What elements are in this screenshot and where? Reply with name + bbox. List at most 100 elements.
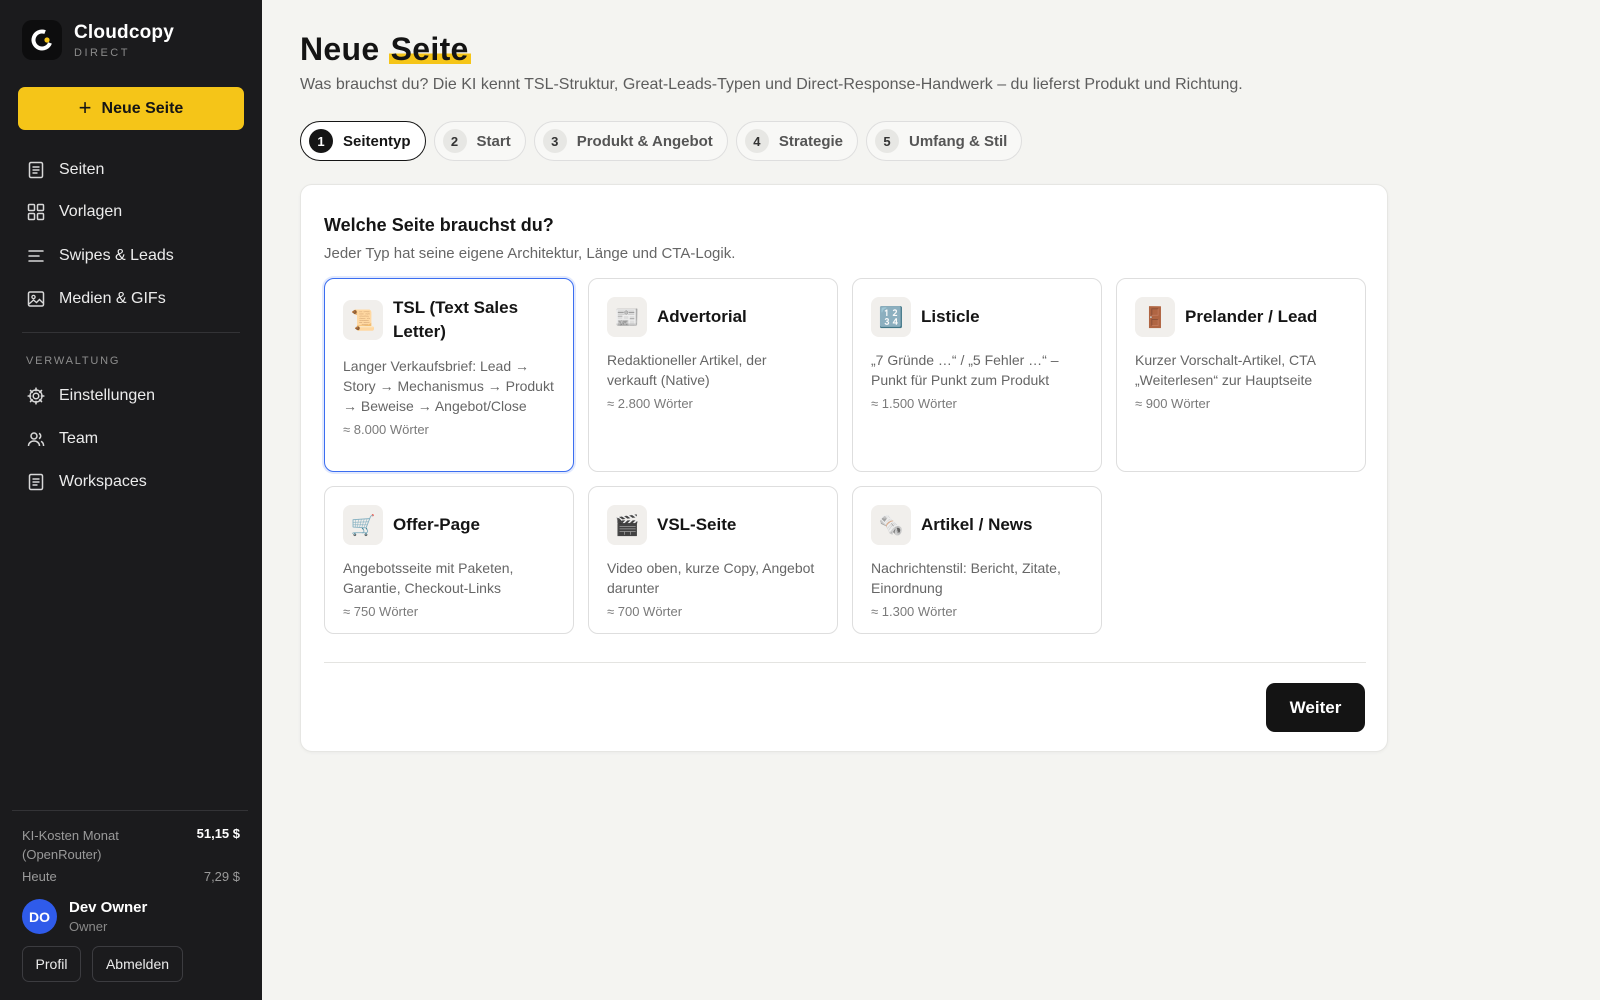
rolled-newspaper-icon: 🗞️: [871, 505, 911, 545]
user-name: Dev Owner: [69, 899, 148, 916]
step-number: 5: [875, 129, 900, 153]
document-icon: [28, 473, 44, 491]
type-word-count: ≈ 1.500 Wörter: [871, 396, 957, 411]
step-start[interactable]: 2 Start: [433, 121, 526, 161]
type-word-count: ≈ 8.000 Wörter: [343, 422, 429, 437]
type-card-vsl[interactable]: 🎬 VSL-Seite Video oben, kurze Copy, Ange…: [588, 486, 838, 634]
avatar[interactable]: DO: [22, 899, 57, 934]
step-seitentyp[interactable]: 1 Seitentyp: [300, 121, 426, 161]
page-title-part1: Neue: [300, 31, 380, 67]
type-word-count: ≈ 700 Wörter: [607, 604, 683, 619]
sidebar-item-team[interactable]: Team: [26, 423, 244, 455]
step-number: 4: [744, 129, 769, 153]
brand-logo-icon: [22, 20, 62, 60]
sidebar-item-label: Medien & GIFs: [59, 290, 166, 307]
sidebar-item-swipes[interactable]: Swipes & Leads: [26, 240, 244, 272]
sidebar-section-title: VERWALTUNG: [26, 355, 121, 367]
type-name: Advertorial: [657, 307, 747, 326]
today-cost-value: 7,29 $: [203, 869, 240, 884]
step-strategie[interactable]: 4 Strategie: [735, 121, 859, 161]
type-card-listicle[interactable]: 🔢 Listicle „7 Gründe …“ / „5 Fehler …“ –…: [852, 278, 1102, 472]
brand-subtitle: DIRECT: [74, 46, 130, 59]
type-card-prelander[interactable]: 🚪 Prelander / Lead Kurzer Vorschalt-Arti…: [1116, 278, 1366, 472]
type-card-tsl[interactable]: 📜 TSL (Text Sales Letter) Langer Verkauf…: [324, 278, 574, 472]
step-label: Seitentyp: [343, 132, 411, 150]
sidebar-item-medien[interactable]: Medien & GIFs: [26, 283, 244, 315]
page-title-highlight: Seite: [388, 31, 471, 67]
step-number: 3: [542, 129, 567, 153]
type-name: Offer-Page: [393, 515, 480, 534]
door-icon: 🚪: [1135, 297, 1175, 337]
card-title: Welche Seite brauchst du?: [324, 215, 554, 235]
plus-icon: +: [78, 94, 92, 120]
step-label: Umfang & Stil: [909, 132, 1008, 150]
sidebar-item-label: Team: [59, 430, 99, 447]
sidebar-bottom-divider: [12, 810, 248, 811]
ai-cost-label: KI-Kosten Monat (OpenRouter): [22, 828, 119, 862]
grid-icon: [27, 203, 45, 221]
brand-title: Cloudcopy: [74, 21, 174, 43]
numbers-icon: 🔢: [871, 297, 911, 337]
type-name: VSL-Seite: [657, 515, 737, 534]
brand[interactable]: Cloudcopy DIRECT: [22, 20, 174, 60]
step-produkt-angebot[interactable]: 3 Produkt & Angebot: [533, 121, 728, 161]
type-description: Redaktioneller Artikel, der verkauft (Na…: [607, 352, 767, 388]
sidebar-item-label: Workspaces: [59, 473, 147, 490]
type-name: Artikel / News: [921, 515, 1033, 534]
step-umfang-stil[interactable]: 5 Umfang & Stil: [866, 121, 1023, 161]
page-title: Neue Seite: [300, 31, 471, 68]
type-name: Listicle: [921, 307, 980, 326]
type-description: „7 Gründe …“ / „5 Fehler …“ – Punkt für …: [871, 352, 1059, 388]
today-cost-label: Heute: [22, 869, 57, 884]
user-role: Owner: [69, 919, 108, 934]
type-description: Langer Verkaufsbrief: Lead → Story → Mec…: [343, 358, 554, 414]
image-icon: [27, 291, 45, 307]
type-name: Prelander / Lead: [1185, 307, 1318, 326]
logout-button[interactable]: Abmelden: [92, 946, 183, 982]
sidebar-item-label: Vorlagen: [59, 203, 123, 220]
type-word-count: ≈ 2.800 Wörter: [607, 396, 693, 411]
page-type-card: Welche Seite brauchst du? Jeder Typ hat …: [300, 184, 1388, 752]
card-subtitle: Jeder Typ hat seine eigene Architektur, …: [324, 245, 736, 262]
newspaper-icon: 📰: [607, 297, 647, 337]
type-description: Nachrichtenstil: Bericht, Zitate, Einord…: [871, 560, 1061, 596]
new-page-button[interactable]: + Neue Seite: [18, 87, 244, 130]
type-word-count: ≈ 1.300 Wörter: [871, 604, 957, 619]
type-card-offer-page[interactable]: 🛒 Offer-Page Angebotsseite mit Paketen, …: [324, 486, 574, 634]
next-button[interactable]: Weiter: [1266, 683, 1365, 732]
scroll-icon: 📜: [343, 300, 383, 340]
page-subtitle: Was brauchst du? Die KI kennt TSL-Strukt…: [300, 76, 1243, 93]
main-content: Neue Seite Was brauchst du? Die KI kennt…: [262, 0, 1600, 1000]
type-name: TSL (Text Sales Letter): [393, 298, 519, 341]
step-label: Strategie: [778, 132, 844, 150]
type-word-count: ≈ 750 Wörter: [343, 604, 419, 619]
type-word-count: ≈ 900 Wörter: [1135, 396, 1211, 411]
sidebar-item-seiten[interactable]: Seiten: [26, 154, 244, 186]
sidebar-item-label: Seiten: [59, 161, 105, 178]
sidebar-divider: [22, 332, 240, 333]
type-card-advertorial[interactable]: 📰 Advertorial Redaktioneller Artikel, de…: [588, 278, 838, 472]
step-number: 1: [309, 129, 333, 153]
sidebar: Cloudcopy DIRECT + Neue Seite Seiten Vor…: [0, 0, 262, 1000]
type-card-artikel-news[interactable]: 🗞️ Artikel / News Nachrichtenstil: Beric…: [852, 486, 1102, 634]
sidebar-item-vorlagen[interactable]: Vorlagen: [26, 196, 244, 228]
type-description: Angebotsseite mit Paketen, Garantie, Che…: [343, 560, 514, 596]
users-icon: [27, 432, 45, 447]
page-type-grid: 📜 TSL (Text Sales Letter) Langer Verkauf…: [324, 278, 1366, 634]
ai-cost-value: 51,15 $: [196, 826, 240, 841]
sidebar-item-einstellungen[interactable]: Einstellungen: [26, 380, 244, 412]
step-label: Produkt & Angebot: [576, 132, 713, 150]
cart-icon: 🛒: [343, 505, 383, 545]
wizard-steps: 1 Seitentyp 2 Start 3 Produkt & Angebot …: [300, 121, 1023, 161]
sidebar-item-workspaces[interactable]: Workspaces: [26, 466, 244, 498]
clapperboard-icon: 🎬: [607, 505, 647, 545]
step-label: Start: [476, 132, 511, 150]
step-number: 2: [442, 129, 467, 153]
profile-button[interactable]: Profil: [22, 946, 81, 982]
new-page-label: Neue Seite: [101, 99, 184, 117]
gear-icon: [27, 387, 45, 405]
document-icon: [28, 161, 44, 179]
sidebar-item-label: Einstellungen: [59, 387, 156, 404]
type-description: Kurzer Vorschalt-Artikel, CTA „Weiterles…: [1135, 352, 1316, 388]
sidebar-item-label: Swipes & Leads: [59, 247, 174, 264]
